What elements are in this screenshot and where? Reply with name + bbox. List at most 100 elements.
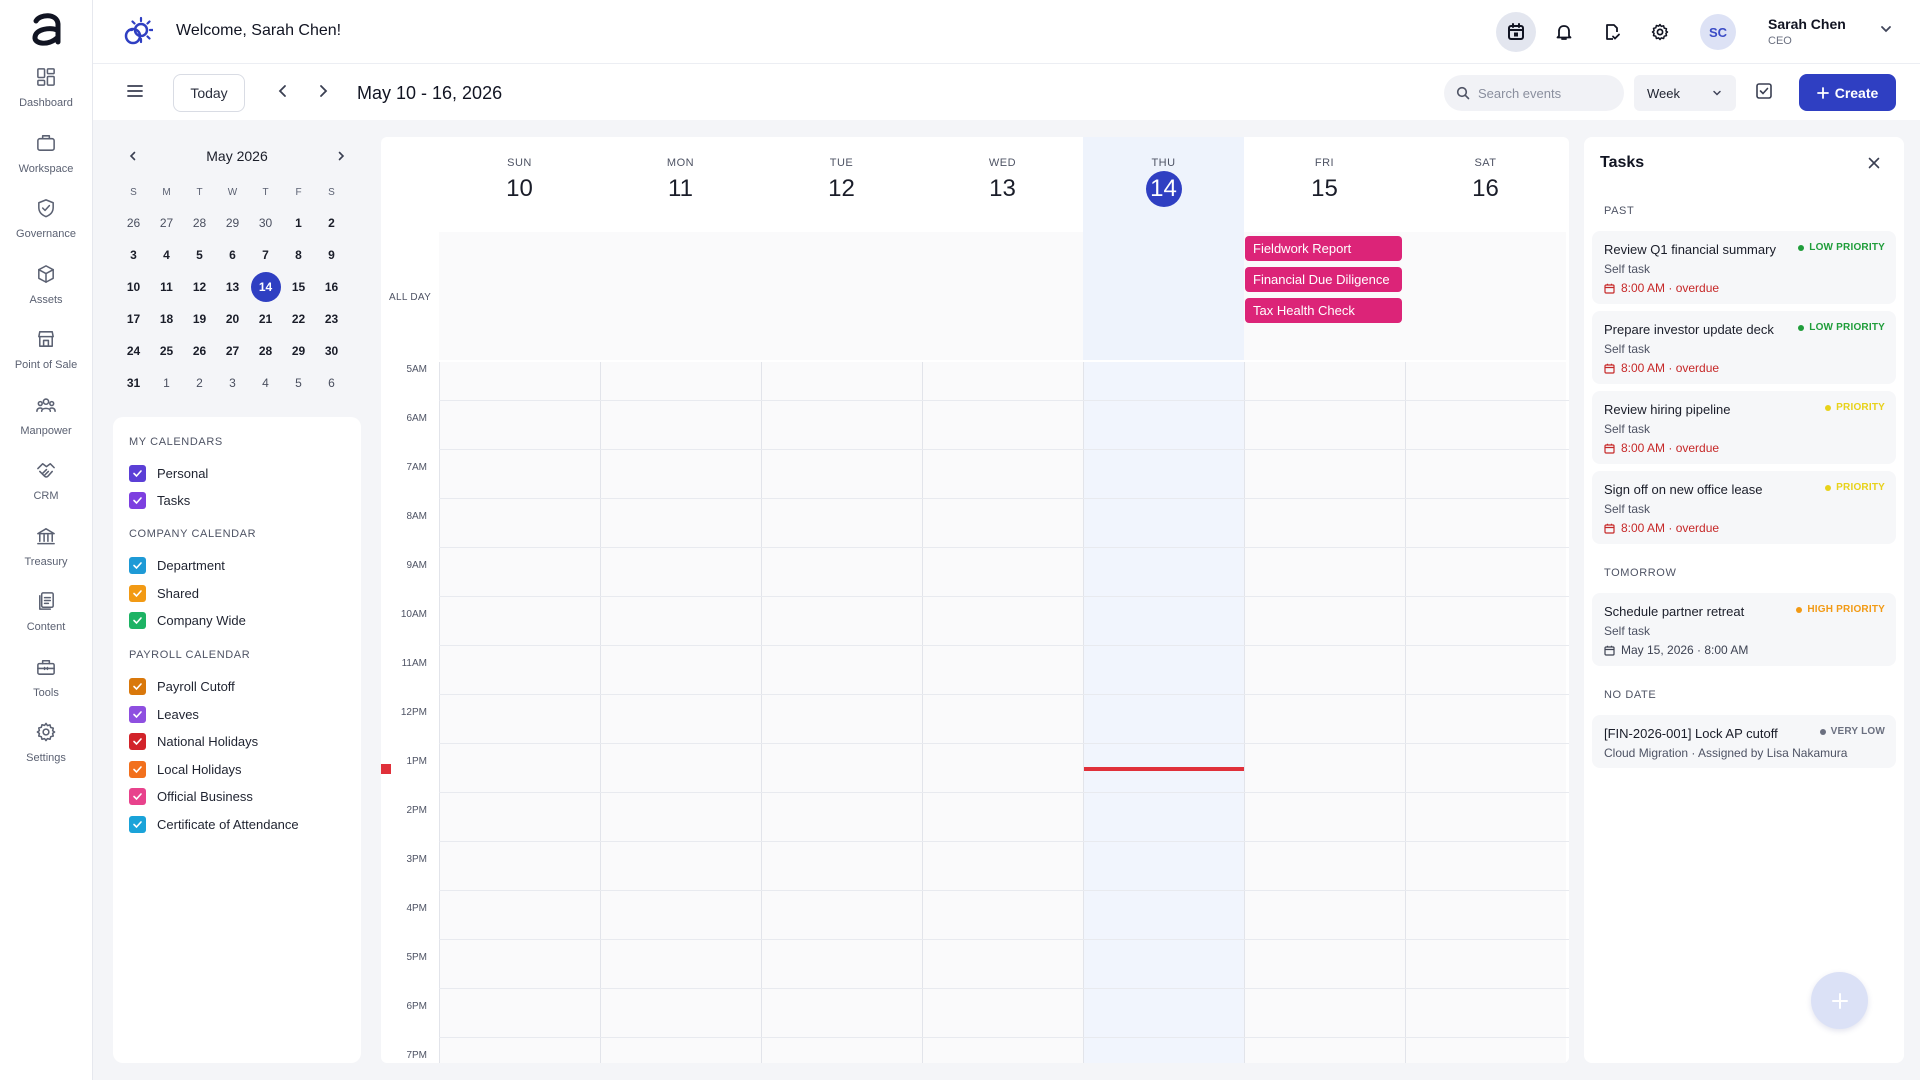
calendar-item-tasks[interactable]: Tasks xyxy=(129,490,190,510)
checkbox-checked[interactable] xyxy=(129,677,146,695)
checkbox-checked[interactable] xyxy=(129,491,146,509)
today-button[interactable]: Today xyxy=(173,74,245,112)
day-column[interactable] xyxy=(1405,362,1566,1063)
mini-calendar-day[interactable]: 25 xyxy=(150,335,183,367)
day-header-thu[interactable]: THU 14 xyxy=(1083,137,1244,232)
mini-calendar-day[interactable]: 21 xyxy=(249,303,282,335)
mini-calendar-day[interactable]: 30 xyxy=(315,335,348,367)
nav-item-content[interactable]: Content xyxy=(0,590,92,650)
mini-calendar-day[interactable]: 1 xyxy=(150,367,183,399)
mini-calendar-day[interactable]: 10 xyxy=(117,271,150,303)
mini-calendar-day[interactable]: 15 xyxy=(282,271,315,303)
day-header-sun[interactable]: SUN 10 xyxy=(439,137,600,232)
mini-calendar-day[interactable]: 8 xyxy=(282,239,315,271)
mini-calendar-day[interactable]: 3 xyxy=(216,367,249,399)
nav-item-treasury[interactable]: Treasury xyxy=(0,525,92,585)
task-card[interactable]: Review hiring pipeline Self task 8:00 AM ·… xyxy=(1592,391,1896,464)
app-logo[interactable] xyxy=(28,10,64,50)
calendar-item-shared[interactable]: Shared xyxy=(129,583,199,603)
checkbox-checked[interactable] xyxy=(129,611,146,629)
mini-calendar-day[interactable]: 14 xyxy=(249,271,282,303)
day-column[interactable] xyxy=(1083,362,1244,1063)
calendar-item-payroll-cutoff[interactable]: Payroll Cutoff xyxy=(129,676,235,696)
mini-calendar-day[interactable]: 5 xyxy=(282,367,315,399)
mini-calendar-day[interactable]: 28 xyxy=(183,207,216,239)
mini-calendar-day[interactable]: 6 xyxy=(315,367,348,399)
mini-calendar-day[interactable]: 4 xyxy=(150,239,183,271)
day-column[interactable] xyxy=(922,362,1083,1063)
search-box[interactable] xyxy=(1444,75,1624,111)
mini-calendar-day[interactable]: 16 xyxy=(315,271,348,303)
mini-calendar-day[interactable]: 6 xyxy=(216,239,249,271)
tasks-doc-button[interactable] xyxy=(1592,12,1632,52)
day-header-tue[interactable]: TUE 12 xyxy=(761,137,922,232)
checkbox-checked[interactable] xyxy=(129,815,146,833)
all-day-cell[interactable] xyxy=(1083,232,1244,360)
settings-button[interactable] xyxy=(1640,12,1680,52)
nav-item-manpower[interactable]: Manpower xyxy=(0,394,92,454)
task-toggle-button[interactable] xyxy=(1755,82,1773,100)
mini-calendar-day[interactable]: 2 xyxy=(315,207,348,239)
notifications-button[interactable] xyxy=(1544,12,1584,52)
nav-item-crm[interactable]: CRM xyxy=(0,459,92,519)
day-column[interactable] xyxy=(439,362,600,1063)
mini-calendar-day[interactable]: 2 xyxy=(183,367,216,399)
mini-calendar-day[interactable]: 22 xyxy=(282,303,315,335)
user-menu-toggle[interactable] xyxy=(1879,22,1893,36)
nav-item-tools[interactable]: Tools xyxy=(0,656,92,716)
user-name[interactable]: Sarah Chen xyxy=(1768,16,1846,32)
mini-calendar-day[interactable]: 24 xyxy=(117,335,150,367)
mini-calendar-day[interactable]: 27 xyxy=(150,207,183,239)
mini-calendar-day[interactable]: 9 xyxy=(315,239,348,271)
calendar-item-certificate-of-attendance[interactable]: Certificate of Attendance xyxy=(129,814,299,834)
calendar-button[interactable] xyxy=(1496,12,1536,52)
checkbox-checked[interactable] xyxy=(129,732,146,750)
mini-calendar-day[interactable]: 27 xyxy=(216,335,249,367)
mini-calendar-day[interactable]: 19 xyxy=(183,303,216,335)
mini-calendar-day[interactable]: 4 xyxy=(249,367,282,399)
add-task-fab[interactable] xyxy=(1811,972,1868,1029)
task-card[interactable]: Review Q1 financial summary Self task 8:00… xyxy=(1592,231,1896,304)
mini-calendar-day[interactable]: 5 xyxy=(183,239,216,271)
mini-calendar-day[interactable]: 1 xyxy=(282,207,315,239)
all-day-cell[interactable] xyxy=(600,232,761,360)
all-day-cell[interactable] xyxy=(439,232,600,360)
mini-calendar-day[interactable]: 30 xyxy=(249,207,282,239)
mini-calendar-day[interactable]: 13 xyxy=(216,271,249,303)
mini-calendar-prev[interactable] xyxy=(127,150,139,162)
task-card[interactable]: Prepare investor update deck Self task 8:0… xyxy=(1592,311,1896,384)
calendar-item-department[interactable]: Department xyxy=(129,555,225,575)
all-day-cell[interactable] xyxy=(761,232,922,360)
checkbox-checked[interactable] xyxy=(129,760,146,778)
sidebar-toggle-button[interactable] xyxy=(126,82,144,100)
nav-item-workspace[interactable]: Workspace xyxy=(0,132,92,192)
day-header-wed[interactable]: WED 13 xyxy=(922,137,1083,232)
mini-calendar-day[interactable]: 23 xyxy=(315,303,348,335)
event-chip[interactable]: Financial Due Diligence xyxy=(1245,267,1402,292)
create-button[interactable]: Create xyxy=(1799,74,1896,111)
calendar-item-national-holidays[interactable]: National Holidays xyxy=(129,731,258,751)
day-column[interactable] xyxy=(600,362,761,1063)
mini-calendar-day[interactable]: 17 xyxy=(117,303,150,335)
calendar-item-official-business[interactable]: Official Business xyxy=(129,786,253,806)
checkbox-checked[interactable] xyxy=(129,584,146,602)
nav-item-point-of-sale[interactable]: Point of Sale xyxy=(0,328,92,388)
mini-calendar-day[interactable]: 26 xyxy=(183,335,216,367)
calendar-item-personal[interactable]: Personal xyxy=(129,463,208,483)
day-header-mon[interactable]: MON 11 xyxy=(600,137,761,232)
calendar-item-leaves[interactable]: Leaves xyxy=(129,704,199,724)
nav-item-dashboard[interactable]: Dashboard xyxy=(0,66,92,126)
mini-calendar-day[interactable]: 7 xyxy=(249,239,282,271)
day-header-sat[interactable]: SAT 16 xyxy=(1405,137,1566,232)
mini-calendar-day[interactable]: 28 xyxy=(249,335,282,367)
previous-week-button[interactable] xyxy=(274,82,292,100)
close-tasks-button[interactable] xyxy=(1867,156,1881,170)
checkbox-checked[interactable] xyxy=(129,464,146,482)
mini-calendar-day[interactable]: 11 xyxy=(150,271,183,303)
nav-item-governance[interactable]: Governance xyxy=(0,197,92,257)
event-chip[interactable]: Tax Health Check xyxy=(1245,298,1402,323)
event-chip[interactable]: Fieldwork Report xyxy=(1245,236,1402,261)
nav-item-settings[interactable]: Settings xyxy=(0,721,92,781)
mini-calendar-day[interactable]: 20 xyxy=(216,303,249,335)
search-input[interactable] xyxy=(1478,85,1608,101)
